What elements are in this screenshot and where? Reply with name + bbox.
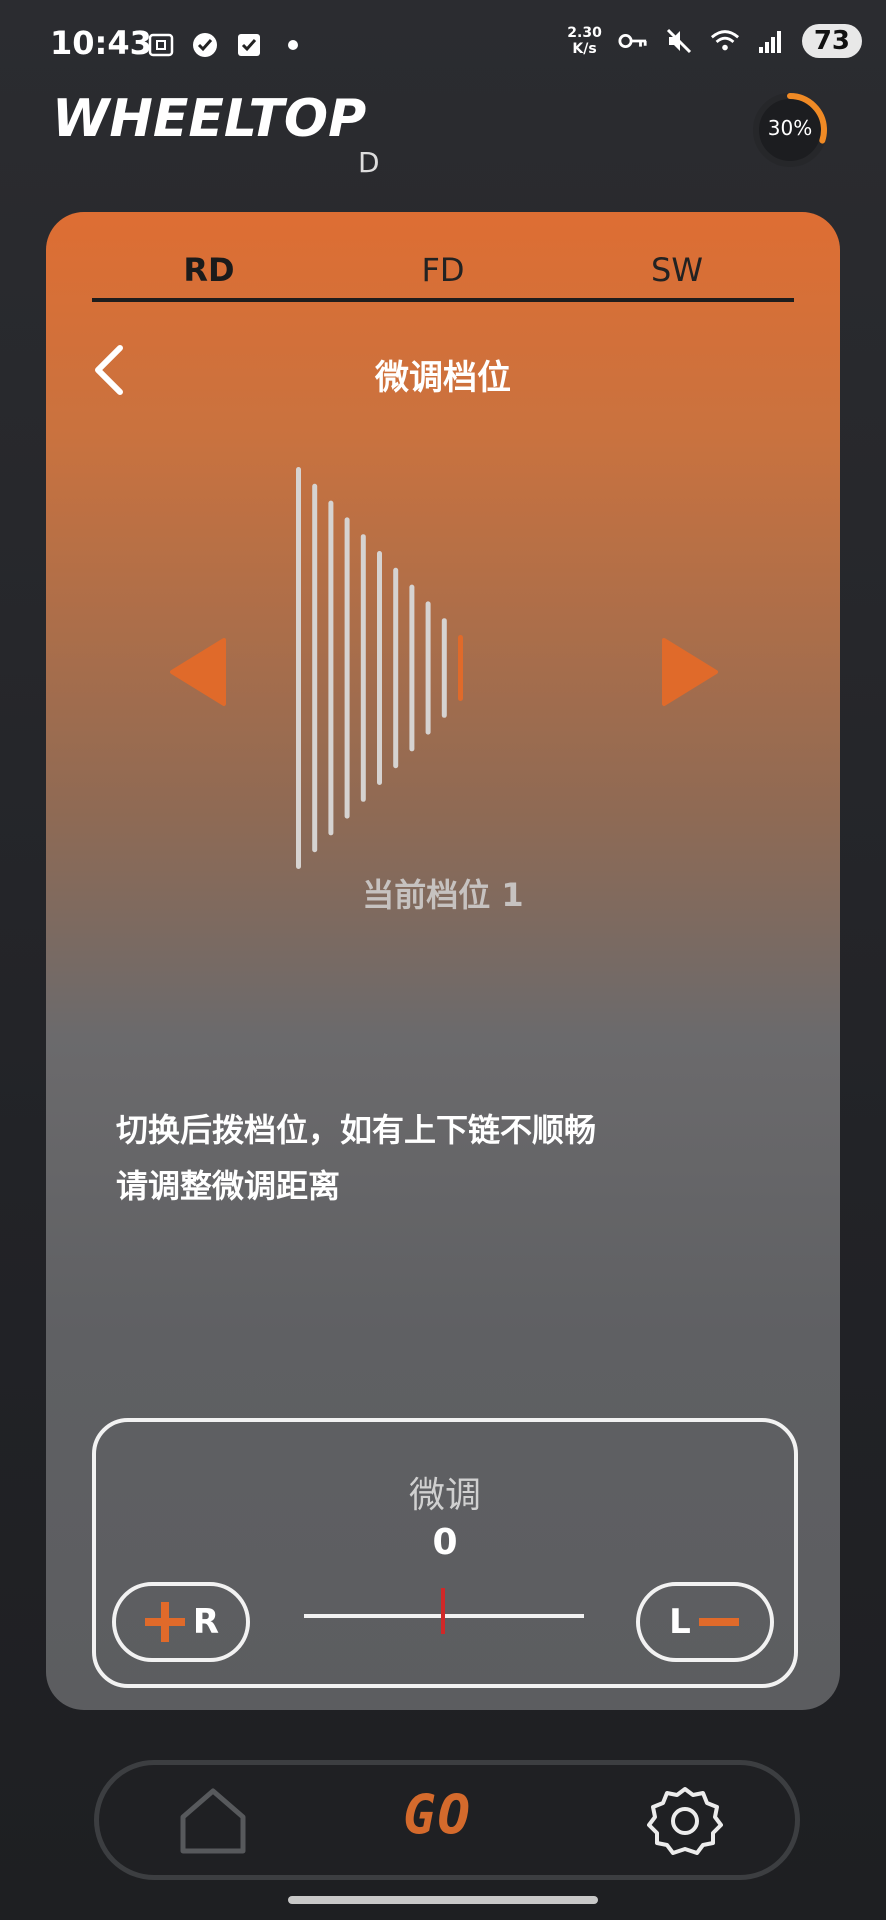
battery-indicator: 73	[801, 24, 862, 58]
screenshot-icon	[146, 30, 176, 60]
notification-icons	[146, 30, 308, 60]
gear-bar	[425, 601, 431, 735]
gear-bar	[441, 618, 447, 718]
current-gear-text: 当前档位 1	[362, 876, 524, 914]
tune-plus-letter: R	[192, 1602, 220, 1642]
network-speed: 2.30 K/s	[567, 25, 602, 57]
wifi-icon	[710, 26, 740, 56]
plus-icon	[144, 1602, 185, 1642]
network-speed-value: 2.30	[567, 25, 602, 41]
mute-icon	[664, 26, 694, 56]
gear-bar-current	[458, 635, 463, 701]
cassette-gears	[296, 467, 463, 869]
status-bar: 10:43 2.30 K/s 73	[0, 0, 886, 92]
gear-bar	[409, 584, 415, 752]
network-speed-unit: K/s	[572, 41, 597, 57]
gear-bar	[312, 483, 318, 853]
home-indicator[interactable]	[288, 1896, 598, 1904]
tune-minus-letter: L	[669, 1602, 691, 1642]
gear-bar	[296, 467, 301, 869]
bottom-nav: GO	[94, 1760, 800, 1880]
main-card: RD FD SW 微调档位 当前档位 1 切换后拨档位，如有上下链不顺畅 请调整…	[46, 212, 840, 1710]
logo-text: WHEELTOP	[52, 89, 366, 144]
checkbox-icon	[234, 30, 264, 60]
dot-icon	[278, 30, 308, 60]
minus-icon	[698, 1618, 739, 1626]
go-button[interactable]: GO	[403, 1783, 472, 1846]
gear-bar	[328, 500, 334, 836]
tune-plus-r-button[interactable]: R	[112, 1582, 250, 1662]
fine-tune-value: 0	[432, 1522, 458, 1563]
fine-tune-panel: 微调 0 R L	[92, 1418, 798, 1688]
fine-tune-label: 微调	[408, 1475, 481, 1516]
device-letter: D	[358, 146, 380, 179]
gear-bar	[360, 534, 366, 802]
check-badge-icon	[190, 30, 220, 60]
signal-icon	[756, 26, 786, 56]
hint-line-2: 请调整微调距离	[116, 1167, 341, 1205]
status-right: 2.30 K/s 73	[567, 24, 862, 58]
settings-gear-icon[interactable]	[647, 1783, 723, 1859]
home-icon[interactable]	[175, 1783, 251, 1859]
status-time: 10:43	[50, 24, 152, 62]
gear-bar	[377, 551, 382, 785]
wheeltop-logo: WHEELTOP	[52, 88, 392, 149]
gear-bar	[344, 517, 350, 819]
tune-minus-l-button[interactable]: L	[636, 1582, 774, 1662]
key-icon	[618, 26, 648, 56]
gear-bar	[393, 567, 399, 769]
fine-tune-marker	[441, 1588, 445, 1634]
hint-line-1: 切换后拨档位，如有上下链不顺畅	[116, 1111, 597, 1149]
adjust-hint: 切换后拨档位，如有上下链不顺畅 请调整微调距离	[116, 1102, 596, 1214]
progress-label: 30%	[767, 116, 813, 140]
